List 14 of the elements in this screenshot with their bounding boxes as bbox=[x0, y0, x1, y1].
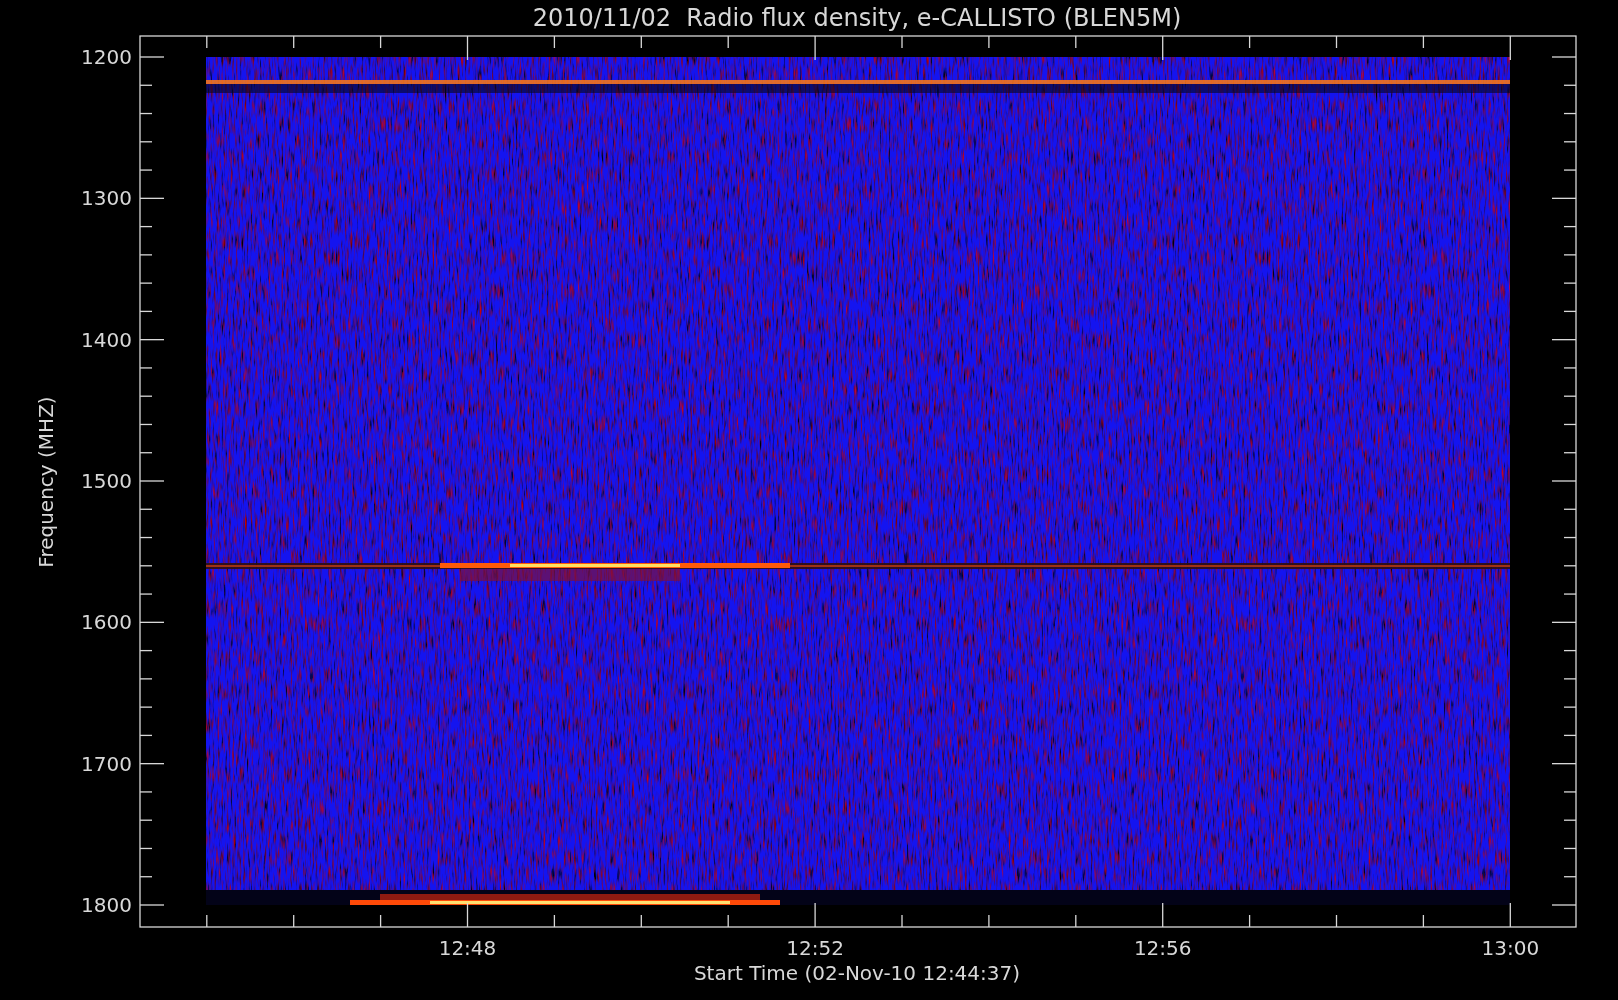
axis-tick-label: 12:48 bbox=[438, 936, 497, 960]
axis-tick-label: 12:56 bbox=[1133, 936, 1192, 960]
axis-tick-label: 1600 bbox=[81, 610, 132, 635]
axis-tick-label: 12:52 bbox=[786, 936, 844, 960]
axis-tick-label: 1800 bbox=[81, 893, 132, 917]
x-axis-label: Start Time (02-Nov-10 12:44:37) bbox=[693, 961, 1021, 985]
axis-tick-label: 1200 bbox=[81, 45, 132, 69]
axis-tick-label: 13:00 bbox=[1481, 936, 1540, 960]
axis-tick-label: 1300 bbox=[81, 186, 132, 211]
axis-tick-label: 1700 bbox=[81, 751, 132, 776]
axis-tick-label: 1400 bbox=[81, 327, 132, 352]
axis-tick-label: 1500 bbox=[81, 469, 132, 493]
chart-title: 2010/11/02 Radio flux density, e-CALLISTO (BLEN5M) bbox=[532, 4, 1182, 32]
y-axis-label: Frequency (MHZ) bbox=[34, 396, 58, 568]
